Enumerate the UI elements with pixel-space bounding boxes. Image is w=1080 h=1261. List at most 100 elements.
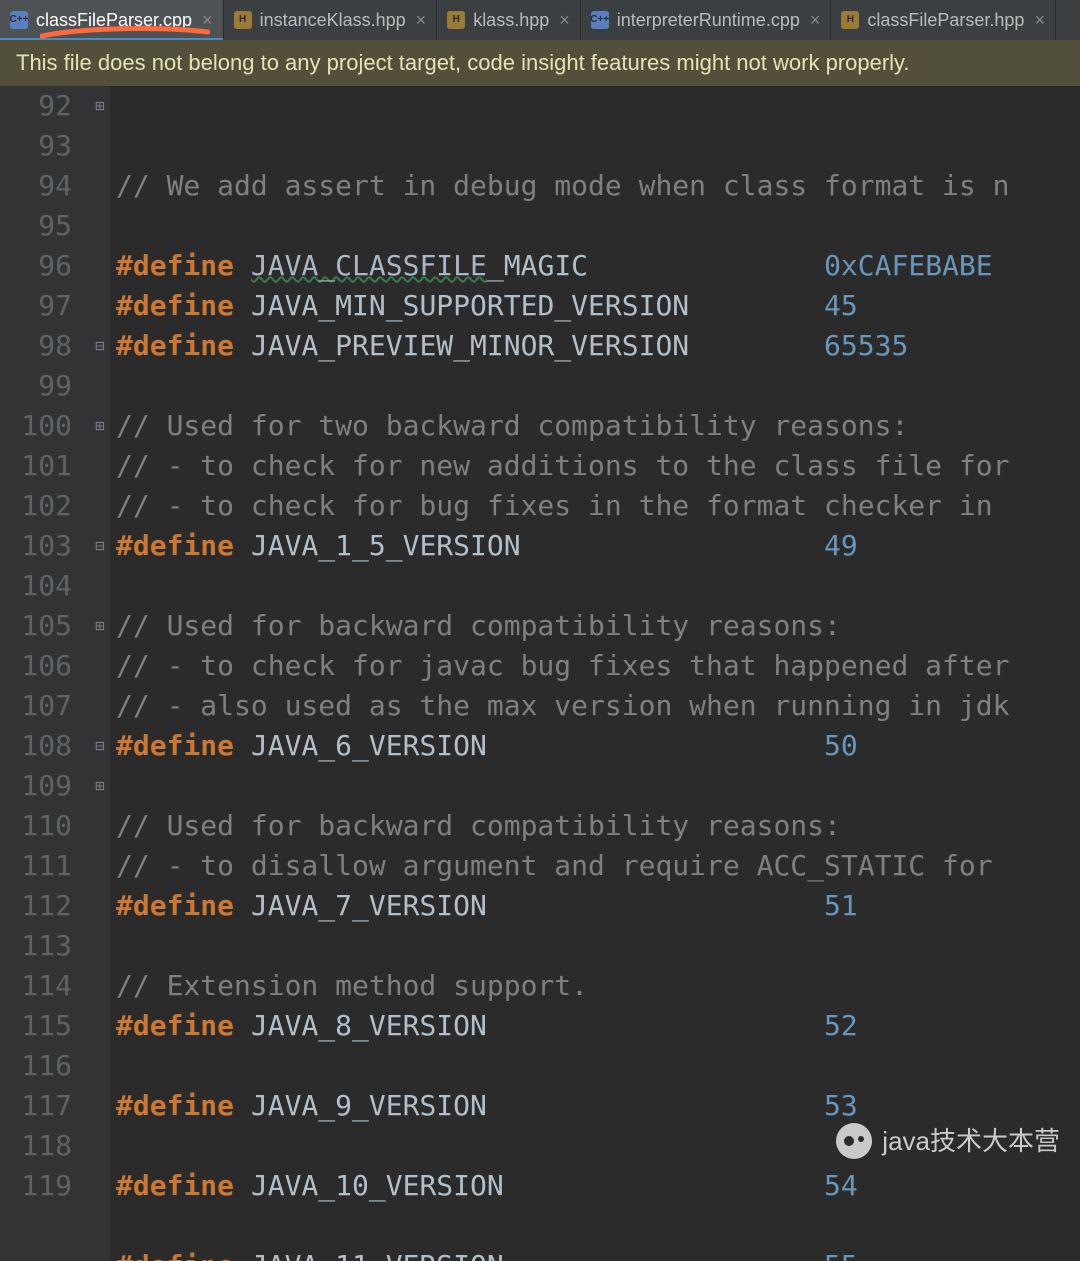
tab-label: classFileParser.cpp: [36, 0, 192, 40]
line-number: 117: [0, 1086, 72, 1126]
identifier-token: JAVA_PREVIEW_MINOR_VERSION: [251, 329, 689, 362]
line-number: 96: [0, 246, 72, 286]
keyword-token: #define: [116, 1089, 234, 1122]
code-line[interactable]: [116, 206, 1080, 246]
comment-token: // - also used as the max version when r…: [116, 689, 1009, 722]
code-line[interactable]: #define JAVA_9_VERSION 53: [116, 1086, 1080, 1126]
code-line[interactable]: // Used for backward compatibility reaso…: [116, 806, 1080, 846]
cpp-file-icon: C++: [591, 11, 609, 29]
fold-expand-icon[interactable]: ⊞: [92, 778, 108, 794]
code-line[interactable]: #define JAVA_11_VERSION 55: [116, 1246, 1080, 1261]
line-number: 116: [0, 1046, 72, 1086]
code-line[interactable]: #define JAVA_MIN_SUPPORTED_VERSION 45: [116, 286, 1080, 326]
identifier-token: JAVA_7_VERSION: [251, 889, 487, 922]
fold-gutter: ⊞ ⊟ ⊞ ⊟ ⊞ ⊟ ⊞: [90, 86, 110, 1261]
identifier-token: JAVA_9_VERSION: [251, 1089, 487, 1122]
code-line[interactable]: // - also used as the max version when r…: [116, 686, 1080, 726]
fold-expand-icon[interactable]: ⊞: [92, 98, 108, 114]
number-token: 49: [824, 529, 858, 562]
code-line[interactable]: // Used for two backward compatibility r…: [116, 406, 1080, 446]
number-token: 51: [824, 889, 858, 922]
line-number: 93: [0, 126, 72, 166]
editor-tab[interactable]: C++ classFileParser.cpp×: [0, 0, 224, 40]
line-number: 92: [0, 86, 72, 126]
line-number: 98: [0, 326, 72, 366]
editor-tab[interactable]: C++interpreterRuntime.cpp×: [581, 0, 832, 40]
line-number: 94: [0, 166, 72, 206]
line-number: 109: [0, 766, 72, 806]
code-line[interactable]: // Used for backward compatibility reaso…: [116, 606, 1080, 646]
code-line[interactable]: #define JAVA_8_VERSION 52: [116, 1006, 1080, 1046]
code-line[interactable]: #define JAVA_PREVIEW_MINOR_VERSION 65535: [116, 326, 1080, 366]
line-number: 113: [0, 926, 72, 966]
comment-token: // We add assert in debug mode when clas…: [116, 169, 1009, 202]
identifier-token: _MAGIC: [487, 249, 588, 282]
identifier-token: JAVA_10_VERSION: [251, 1169, 504, 1202]
comment-token: // - to disallow argument and require AC…: [116, 849, 1009, 882]
line-number: 115: [0, 1006, 72, 1046]
code-line[interactable]: // We add assert in debug mode when clas…: [116, 166, 1080, 206]
close-icon[interactable]: ×: [202, 0, 213, 40]
identifier-token: JAVA_CLASSFILE: [251, 249, 487, 282]
number-token: 54: [824, 1169, 858, 1202]
code-line[interactable]: #define JAVA_1_5_VERSION 49: [116, 526, 1080, 566]
editor-tab[interactable]: Hklass.hpp×: [437, 0, 581, 40]
code-line[interactable]: // - to disallow argument and require AC…: [116, 846, 1080, 886]
close-icon[interactable]: ×: [810, 0, 821, 40]
editor-tab[interactable]: HinstanceKlass.hpp×: [224, 0, 438, 40]
editor-tab[interactable]: HclassFileParser.hpp×: [831, 0, 1056, 40]
line-number: 101: [0, 446, 72, 486]
number-token: 53: [824, 1089, 858, 1122]
line-number: 105: [0, 606, 72, 646]
code-line[interactable]: // - to check for bug fixes in the forma…: [116, 486, 1080, 526]
keyword-token: #define: [116, 1249, 234, 1261]
code-line[interactable]: // - to check for javac bug fixes that h…: [116, 646, 1080, 686]
close-icon[interactable]: ×: [1034, 0, 1045, 40]
code-line[interactable]: [116, 1046, 1080, 1086]
code-line[interactable]: [116, 926, 1080, 966]
code-line[interactable]: #define JAVA_10_VERSION 54: [116, 1166, 1080, 1206]
fold-expand-icon[interactable]: ⊞: [92, 418, 108, 434]
comment-token: // Used for two backward compatibility r…: [116, 409, 908, 442]
keyword-token: #define: [116, 529, 234, 562]
line-number: 97: [0, 286, 72, 326]
cpp-file-icon: C++: [10, 11, 28, 29]
comment-token: // - to check for new additions to the c…: [116, 449, 1009, 482]
comment-token: // Used for backward compatibility reaso…: [116, 809, 841, 842]
number-token: 65535: [824, 329, 908, 362]
keyword-token: #define: [116, 1009, 234, 1042]
comment-token: // - to check for bug fixes in the forma…: [116, 489, 1009, 522]
line-number: 112: [0, 886, 72, 926]
editor-area: 9293949596979899100101102103104105106107…: [0, 86, 1080, 1261]
code-line[interactable]: #define JAVA_6_VERSION 50: [116, 726, 1080, 766]
fold-collapse-icon[interactable]: ⊟: [92, 538, 108, 554]
identifier-token: JAVA_6_VERSION: [251, 729, 487, 762]
close-icon[interactable]: ×: [559, 0, 570, 40]
code-line[interactable]: [116, 566, 1080, 606]
line-number: 102: [0, 486, 72, 526]
fold-collapse-icon[interactable]: ⊟: [92, 738, 108, 754]
keyword-token: #define: [116, 889, 234, 922]
code-line[interactable]: [116, 766, 1080, 806]
project-warning-banner: This file does not belong to any project…: [0, 40, 1080, 86]
line-number: 107: [0, 686, 72, 726]
code-line[interactable]: // Extension method support.: [116, 966, 1080, 1006]
line-number: 106: [0, 646, 72, 686]
code-line[interactable]: // - to check for new additions to the c…: [116, 446, 1080, 486]
editor-tab-bar: C++classFileParser.cpp×HinstanceKlass.hp…: [0, 0, 1080, 40]
hpp-file-icon: H: [447, 11, 465, 29]
number-token: 0xCAFEBABE: [824, 249, 993, 282]
line-number: 99: [0, 366, 72, 406]
code-area[interactable]: // We add assert in debug mode when clas…: [110, 86, 1080, 1261]
comment-token: // Used for backward compatibility reaso…: [116, 609, 841, 642]
code-line[interactable]: [116, 1206, 1080, 1246]
code-line[interactable]: #define JAVA_7_VERSION 51: [116, 886, 1080, 926]
fold-collapse-icon[interactable]: ⊟: [92, 338, 108, 354]
code-line[interactable]: #define JAVA_CLASSFILE_MAGIC 0xCAFEBABE: [116, 246, 1080, 286]
comment-token: // - to check for javac bug fixes that h…: [116, 649, 1009, 682]
close-icon[interactable]: ×: [416, 0, 427, 40]
line-number: 111: [0, 846, 72, 886]
comment-token: // Extension method support.: [116, 969, 588, 1002]
fold-expand-icon[interactable]: ⊞: [92, 618, 108, 634]
code-line[interactable]: [116, 366, 1080, 406]
